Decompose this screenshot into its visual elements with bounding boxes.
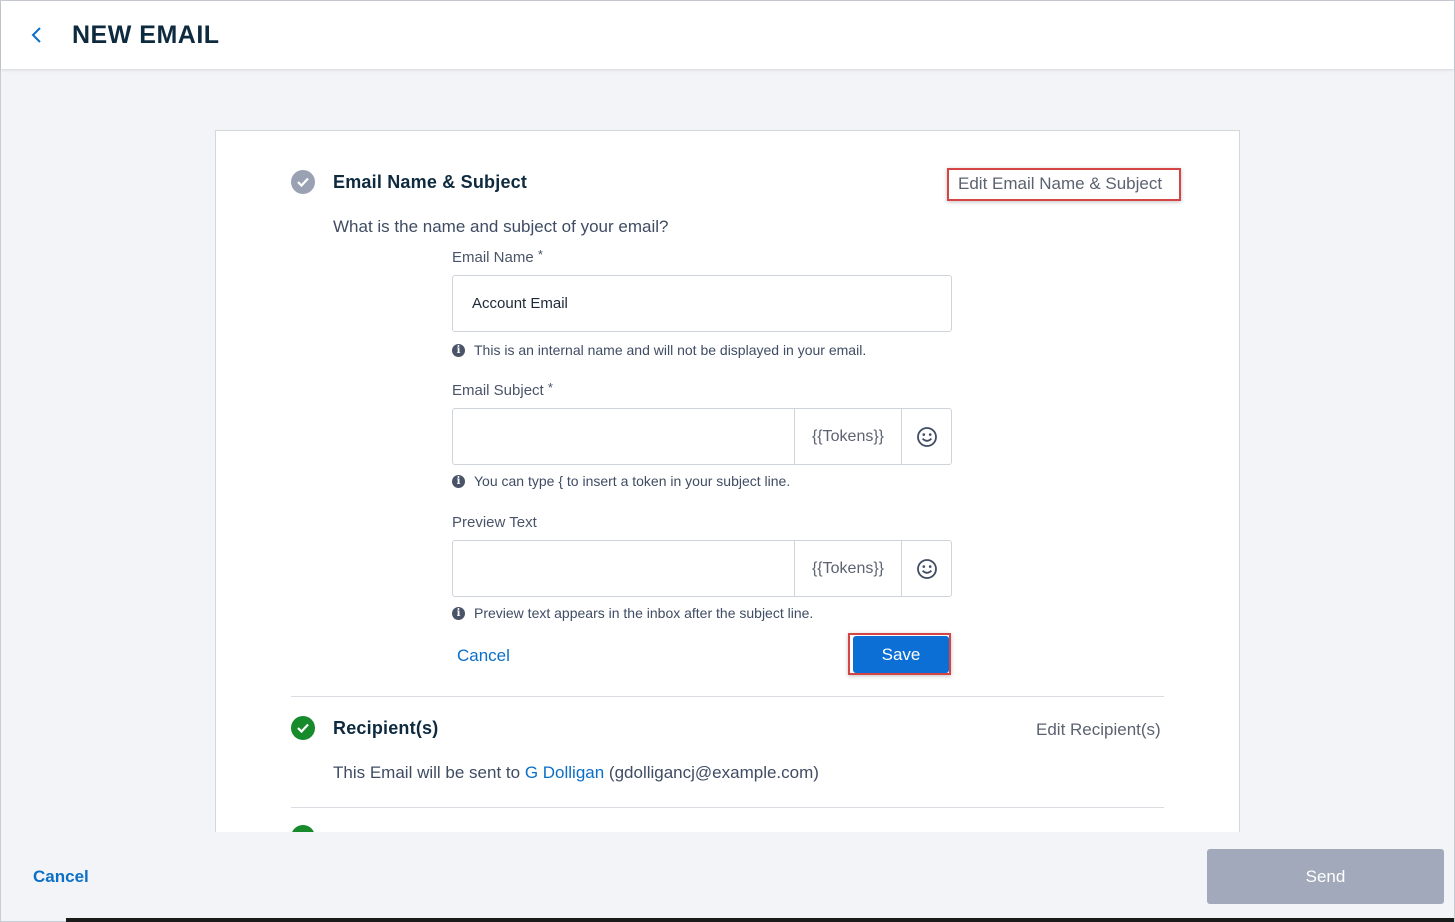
step-title-name-subject: Email Name & Subject bbox=[333, 172, 528, 192]
subject-tokens-button[interactable]: {{Tokens}} bbox=[794, 409, 901, 464]
recipient-sentence-prefix: This Email will be sent to bbox=[333, 763, 521, 782]
step-title-recipients: Recipient(s) bbox=[333, 718, 439, 738]
subject-emoji-button[interactable] bbox=[901, 409, 952, 464]
info-icon: i bbox=[452, 474, 465, 488]
back-button[interactable] bbox=[25, 23, 49, 47]
recipient-email: (gdolligancj@example.com) bbox=[608, 763, 819, 782]
page-title: NEW EMAIL bbox=[72, 21, 220, 49]
step-cancel-link[interactable]: Cancel bbox=[457, 646, 510, 666]
save-button[interactable]: Save bbox=[853, 636, 949, 673]
step-complete-icon bbox=[291, 825, 315, 832]
checkmark-icon bbox=[297, 177, 309, 188]
preview-emoji-button[interactable] bbox=[901, 541, 952, 596]
preview-text-hint: i Preview text appears in the inbox afte… bbox=[452, 605, 813, 621]
required-mark: * bbox=[547, 380, 553, 395]
preview-tokens-button[interactable]: {{Tokens}} bbox=[794, 541, 901, 596]
smiley-icon bbox=[917, 426, 937, 447]
edit-recipients-link[interactable]: Edit Recipient(s) bbox=[1036, 720, 1161, 740]
bottom-edge bbox=[66, 918, 1454, 922]
preview-text-label: Preview Text bbox=[452, 514, 537, 531]
recipient-name-link[interactable]: G Dolligan bbox=[525, 763, 604, 782]
page-header: NEW EMAIL bbox=[1, 1, 1454, 69]
step-complete-icon bbox=[291, 170, 315, 194]
section-divider bbox=[291, 696, 1164, 697]
email-subject-hint-text: You can type { to insert a token in your… bbox=[474, 473, 791, 489]
section-divider bbox=[291, 807, 1164, 808]
checkmark-icon bbox=[297, 723, 309, 734]
smiley-icon bbox=[917, 558, 937, 579]
email-subject-label: Email Subject * bbox=[452, 380, 553, 399]
email-name-hint: i This is an internal name and will not … bbox=[452, 342, 866, 358]
email-name-label: Email Name * bbox=[452, 247, 543, 266]
preview-text-hint-text: Preview text appears in the inbox after … bbox=[474, 605, 814, 621]
edit-name-subject-link[interactable]: Edit Email Name & Subject bbox=[958, 174, 1162, 194]
email-name-value: Account Email bbox=[472, 295, 568, 312]
chevron-left-icon bbox=[31, 27, 41, 43]
email-setup-card: Email Name & Subject Edit Email Name & S… bbox=[215, 130, 1240, 832]
required-mark: * bbox=[537, 247, 543, 262]
email-name-label-text: Email Name bbox=[452, 249, 534, 266]
info-icon: i bbox=[452, 606, 465, 620]
email-subject-hint: i You can type { to insert a token in yo… bbox=[452, 473, 790, 489]
info-icon: i bbox=[452, 343, 465, 357]
step-complete-icon bbox=[291, 716, 315, 740]
footer-cancel-link[interactable]: Cancel bbox=[33, 867, 89, 887]
email-subject-label-text: Email Subject bbox=[452, 382, 544, 399]
preview-text-field: {{Tokens}} bbox=[452, 540, 952, 597]
email-name-input[interactable]: Account Email bbox=[452, 275, 952, 332]
email-name-hint-text: This is an internal name and will not be… bbox=[474, 342, 867, 358]
email-subject-field: {{Tokens}} bbox=[452, 408, 952, 465]
step-question: What is the name and subject of your ema… bbox=[333, 217, 669, 236]
recipient-summary: This Email will be sent to G Dolligan (g… bbox=[333, 763, 819, 783]
send-button[interactable]: Send bbox=[1207, 849, 1444, 904]
